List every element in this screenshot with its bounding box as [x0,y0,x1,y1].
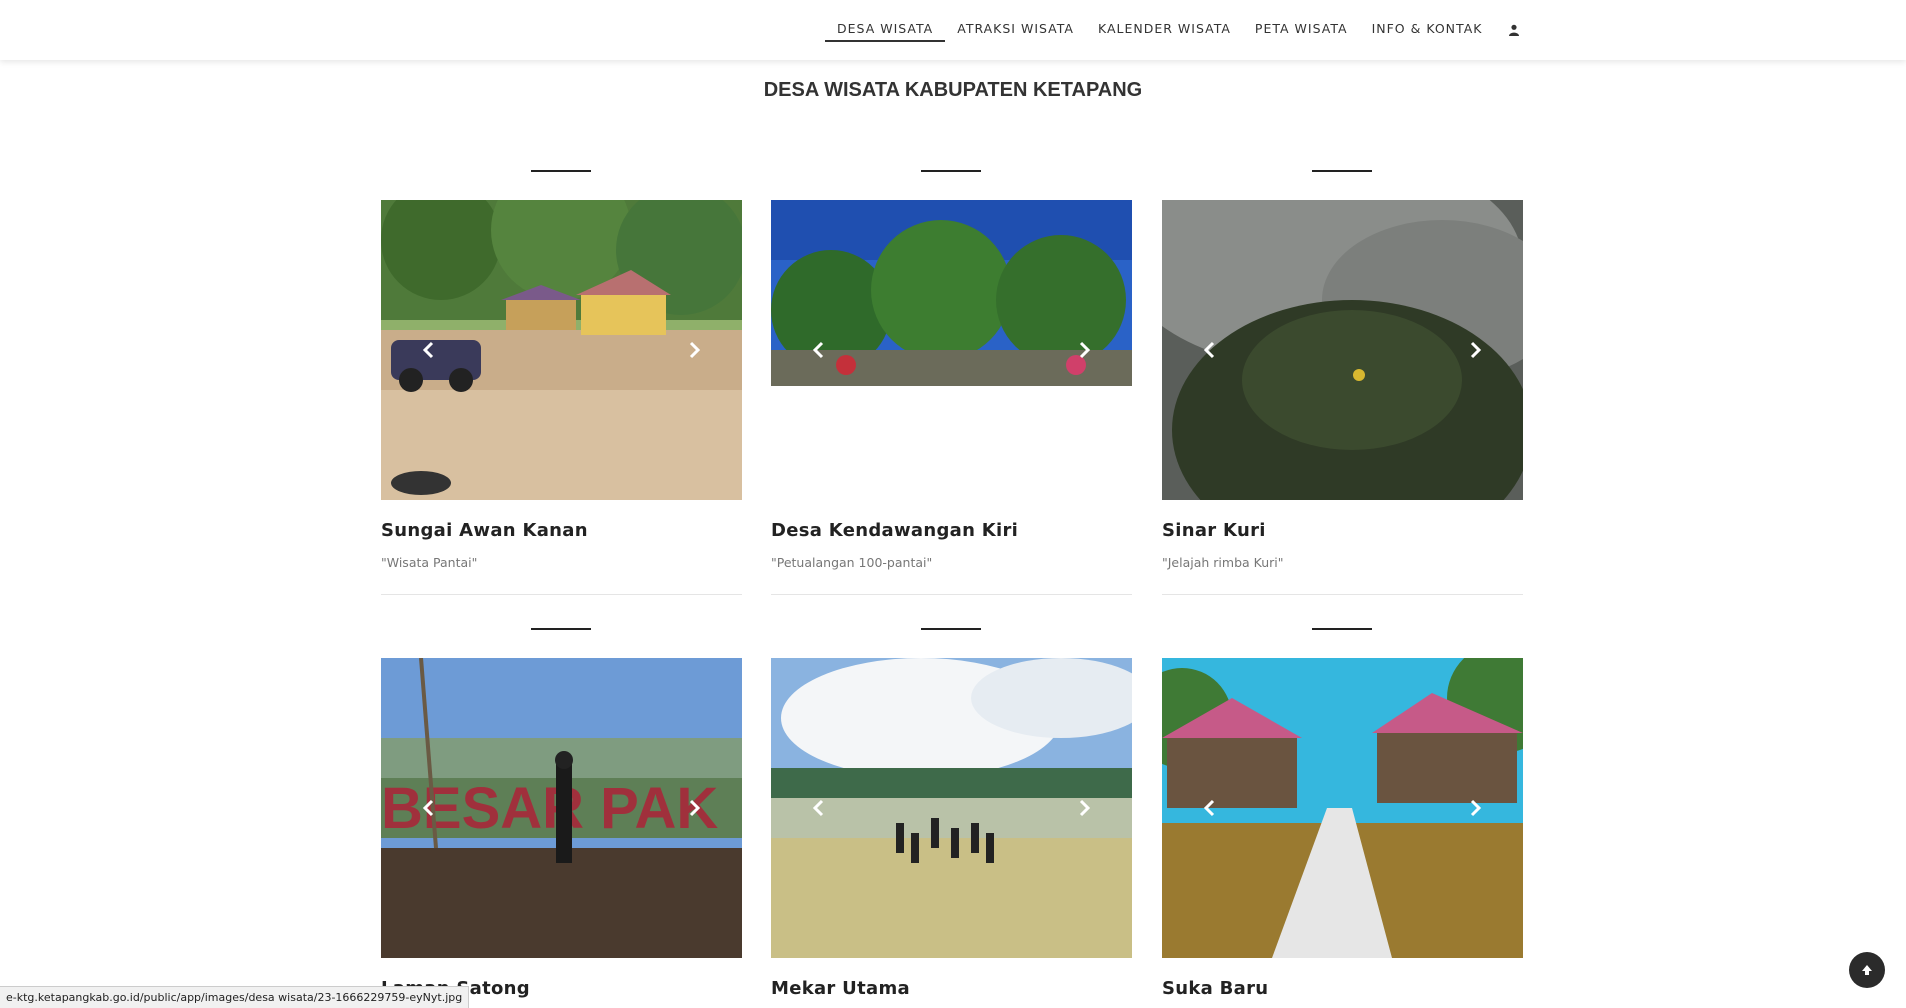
chevron-right-icon[interactable] [1072,338,1096,362]
chevron-left-icon[interactable] [1198,796,1222,820]
divider [531,170,591,172]
navbar: DESA WISATA ATRAKSI WISATA KALENDER WISA… [0,0,1906,60]
nav-atraksi-wisata[interactable]: ATRAKSI WISATA [945,0,1086,60]
card-subtitle: "Wisata Pantai" [381,555,478,570]
chevron-left-icon[interactable] [1198,338,1222,362]
chevron-left-icon[interactable] [807,338,831,362]
status-bar-url: e-ktg.ketapangkab.go.id/public/app/image… [0,986,470,1008]
chevron-right-icon[interactable] [682,796,706,820]
chevron-left-icon[interactable] [807,796,831,820]
card-image-carousel[interactable] [771,658,1132,958]
page-title: DESA WISATA KABUPATEN KETAPANG [763,79,1143,101]
card-title[interactable]: Mekar Utama [771,978,910,999]
chevron-left-icon[interactable] [417,338,441,362]
card-image-carousel[interactable] [381,200,742,500]
card-image-carousel[interactable]: BESAR PAK [381,658,742,958]
nav-kalender-wisata[interactable]: KALENDER WISATA [1086,0,1243,60]
chevron-right-icon[interactable] [1463,338,1487,362]
card-divider [771,594,1132,595]
divider [921,170,981,172]
card-divider [381,594,742,595]
nav-info-kontak[interactable]: INFO & KONTAK [1360,0,1495,60]
chevron-right-icon[interactable] [682,338,706,362]
divider [1312,170,1372,172]
card-title[interactable]: Desa Kendawangan Kiri [771,520,1018,541]
user-icon[interactable] [1494,0,1534,60]
divider [921,628,981,630]
card-subtitle: "Jelajah rimba Kuri" [1162,555,1284,570]
card-title[interactable]: Suka Baru [1162,978,1268,999]
chevron-right-icon[interactable] [1463,796,1487,820]
card-subtitle: "Petualangan 100-pantai" [771,555,933,570]
card-image-carousel[interactable] [771,200,1132,500]
card-divider [1162,594,1523,595]
chevron-right-icon[interactable] [1072,796,1096,820]
card-image-carousel[interactable] [1162,200,1523,500]
arrow-up-icon [1862,965,1872,975]
nav-desa-wisata[interactable]: DESA WISATA [825,0,946,60]
main-nav: DESA WISATA ATRAKSI WISATA KALENDER WISA… [825,0,1534,60]
divider [531,628,591,630]
card-image-carousel[interactable] [1162,658,1523,958]
card-title[interactable]: Sungai Awan Kanan [381,520,588,541]
chevron-left-icon[interactable] [417,796,441,820]
nav-peta-wisata[interactable]: PETA WISATA [1243,0,1360,60]
divider [1312,628,1372,630]
scroll-to-top-button[interactable] [1849,952,1885,988]
card-title[interactable]: Sinar Kuri [1162,520,1266,541]
